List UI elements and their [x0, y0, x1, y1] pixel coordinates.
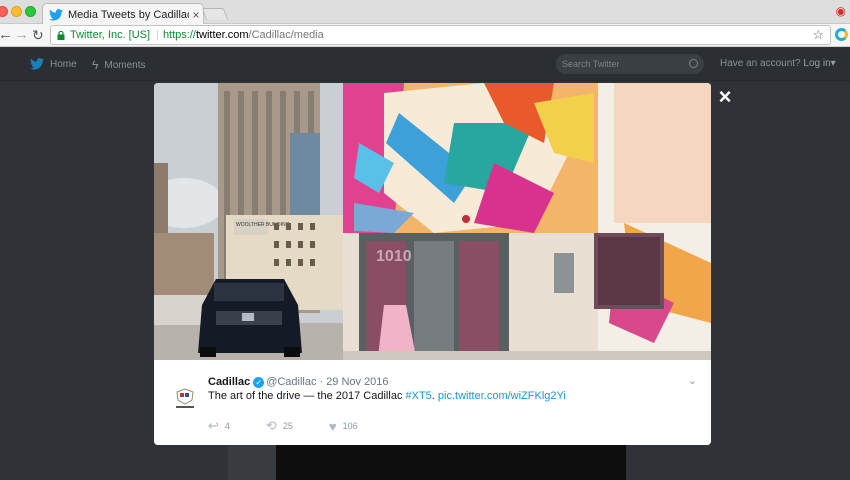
- nav-moments-label: Moments: [104, 59, 146, 71]
- retweet-icon: ⟲: [265, 418, 277, 433]
- tweet-date[interactable]: 29 Nov 2016: [326, 376, 388, 388]
- extension-icon[interactable]: ◉: [836, 4, 846, 18]
- window-minimize-button[interactable]: [11, 6, 22, 17]
- tweet-details: Cadillac ✓ @Cadillac · 29 Nov 2016 ⌄ The…: [154, 360, 711, 445]
- extension-ring-icon[interactable]: [835, 28, 848, 41]
- star-icon[interactable]: ☆: [812, 27, 824, 43]
- tab-title: Media Tweets by Cadillac (@C: [68, 8, 189, 21]
- twitter-nav-bar: Home ϟ Moments Search Twitter Have an ac…: [0, 48, 850, 81]
- tweet-photo[interactable]: WOOLTHER BUILDING 1010: [154, 83, 711, 360]
- window-close-button[interactable]: [0, 6, 8, 17]
- lightning-icon: ϟ: [92, 58, 99, 72]
- address-bar[interactable]: Twitter, Inc. [US] | https:// twitter.co…: [50, 25, 831, 45]
- security-label: Twitter, Inc. [US]: [70, 29, 151, 41]
- author-name[interactable]: Cadillac: [208, 376, 250, 388]
- author-handle[interactable]: @Cadillac: [266, 376, 316, 388]
- meta-separator: ·: [319, 376, 324, 388]
- chevron-down-icon[interactable]: ⌄: [688, 374, 697, 387]
- mural-label: WOOLTHER BUILDING: [236, 222, 290, 228]
- reply-icon: ↩: [208, 418, 219, 433]
- reply-count: 4: [224, 421, 230, 431]
- lock-icon: [57, 30, 65, 40]
- browser-tab-active[interactable]: Media Tweets by Cadillac (@C ×: [42, 3, 204, 25]
- url-host: twitter.com: [195, 29, 249, 41]
- hashtag-link[interactable]: #XT5: [406, 390, 432, 402]
- new-tab-button[interactable]: [201, 8, 229, 20]
- address-separator: |: [156, 29, 159, 41]
- reload-icon[interactable]: ↻: [32, 26, 44, 44]
- tab-close-icon[interactable]: ×: [189, 8, 203, 22]
- media-link[interactable]: pic.twitter.com/wiZFKlg2Yi: [438, 390, 566, 402]
- tweet-text-body: The art of the drive — the 2017 Cadillac: [208, 390, 406, 402]
- account-prompt-text: Have an account?: [720, 58, 801, 69]
- search-input[interactable]: Search Twitter: [556, 54, 704, 74]
- nav-home-label: Home: [50, 58, 77, 70]
- tweet-actions: ↩ 4 ⟲ 25 ♥ 106: [208, 418, 394, 434]
- retweet-count: 25: [282, 421, 293, 431]
- reply-button[interactable]: ↩ 4: [208, 418, 230, 434]
- nav-home[interactable]: Home: [30, 58, 77, 70]
- nav-moments[interactable]: ϟ Moments: [92, 58, 145, 72]
- forward-icon[interactable]: →: [14, 26, 29, 44]
- close-icon[interactable]: ×: [716, 86, 734, 108]
- window-zoom-button[interactable]: [25, 6, 36, 17]
- like-button[interactable]: ♥ 106: [329, 418, 358, 434]
- twitter-bird-icon: [49, 8, 63, 21]
- login-link[interactable]: Log in: [803, 58, 830, 69]
- account-prompt: Have an account? Log in▾: [720, 58, 836, 69]
- tweet-text: The art of the drive — the 2017 Cadillac…: [208, 390, 566, 402]
- search-placeholder: Search Twitter: [562, 59, 620, 69]
- tweet-author-line: Cadillac ✓ @Cadillac · 29 Nov 2016: [208, 376, 389, 388]
- media-modal: WOOLTHER BUILDING 1010 Cadillac ✓ @Cadil…: [154, 83, 711, 445]
- like-count: 106: [342, 421, 358, 431]
- url-scheme: https://: [162, 29, 196, 41]
- mural-photo-illustration: WOOLTHER BUILDING 1010: [154, 83, 711, 360]
- browser-tab-bar: Media Tweets by Cadillac (@C × ◉: [0, 0, 850, 25]
- retweet-button[interactable]: ⟲ 25: [266, 418, 293, 434]
- verified-badge-icon: ✓: [253, 376, 265, 388]
- chevron-down-icon: ▾: [830, 58, 836, 69]
- cadillac-avatar[interactable]: [168, 380, 202, 414]
- back-icon[interactable]: ←: [0, 26, 13, 44]
- door-number: 1010: [376, 248, 412, 265]
- url-path: /Cadillac/media: [248, 29, 324, 41]
- search-icon[interactable]: [689, 59, 698, 68]
- twitter-bird-icon: [30, 58, 44, 70]
- browser-toolbar: ← → ↻ Twitter, Inc. [US] | https:// twit…: [0, 24, 850, 47]
- heart-icon: ♥: [328, 418, 337, 434]
